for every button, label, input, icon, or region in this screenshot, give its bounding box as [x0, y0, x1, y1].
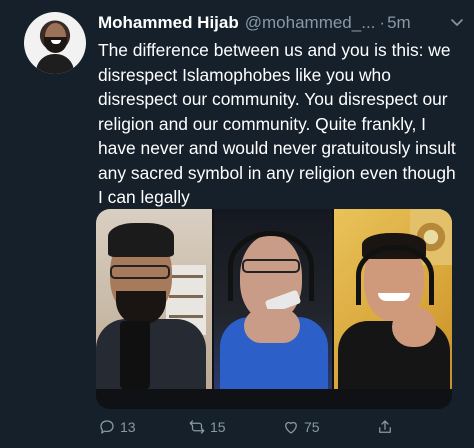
tweet-actions: 13 15 75: [98, 418, 398, 440]
reply-button[interactable]: 13: [98, 418, 136, 436]
video-panel-middle: [214, 209, 332, 389]
person-2-hand: [244, 309, 300, 343]
person-1-body: [96, 319, 206, 389]
person-2-glasses: [242, 259, 300, 273]
video-panel-right: [334, 209, 452, 389]
separator-dot: ·: [379, 13, 386, 32]
person-3-hand: [392, 307, 436, 347]
tweet-header: Mohammed Hijab @mohammed_... · 5m: [98, 12, 464, 34]
author-name[interactable]: Mohammed Hijab: [98, 13, 239, 33]
chevron-down-icon[interactable]: [450, 15, 464, 29]
person-1-glasses: [110, 265, 170, 279]
reply-count: 13: [120, 419, 136, 435]
microphone: [120, 321, 150, 389]
video-panel-left: [96, 209, 212, 389]
author-handle[interactable]: @mohammed_...: [245, 13, 376, 33]
author-avatar[interactable]: [24, 12, 86, 74]
avatar-shirt: [36, 54, 74, 74]
tweet-video[interactable]: [96, 209, 452, 409]
retweet-count: 15: [210, 419, 226, 435]
person-1-hair: [108, 223, 174, 257]
retweet-icon: [189, 420, 205, 434]
person-3-smile: [378, 293, 410, 301]
like-button[interactable]: 75: [282, 418, 320, 436]
retweet-button[interactable]: 15: [188, 418, 226, 436]
reply-icon: [100, 420, 114, 434]
share-button[interactable]: [376, 418, 394, 436]
like-icon: [285, 421, 297, 434]
tweet-text: The difference between us and you is thi…: [98, 40, 456, 207]
tweet-timestamp[interactable]: 5m: [387, 13, 411, 33]
share-icon: [379, 420, 391, 433]
like-count: 75: [304, 419, 320, 435]
video-bottom-bar: [96, 389, 452, 409]
